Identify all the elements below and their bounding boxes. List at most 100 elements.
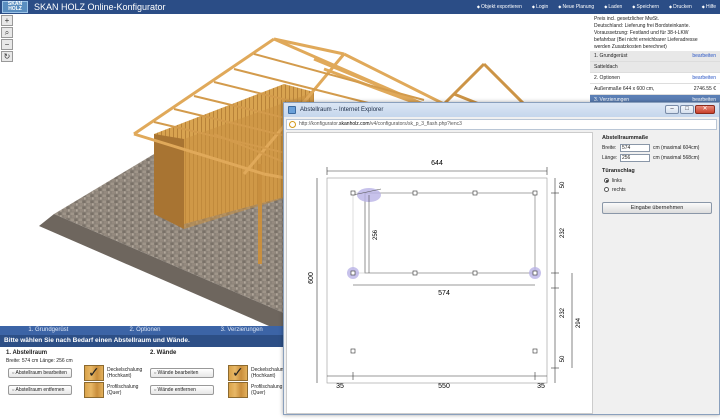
zoom-fit-icon[interactable]: ⌕ — [1, 27, 13, 38]
summary-label: Außenmaße 644 x 600 cm, — [594, 86, 655, 92]
bottom-controls: 1. Abstellraum Breite: 574 cm Länge: 256… — [0, 347, 290, 415]
summary-row-grundgeruest: 1. Grundgerüst bearbeiten — [590, 51, 720, 62]
profilschalung-waende-option[interactable] — [228, 382, 248, 398]
note-line: Deutschland: Lieferung frei Bordsteinkan… — [594, 23, 690, 29]
note-line: Voraussetzung: Festland und für 38-t-LKW — [594, 30, 689, 36]
dim-left-height: 600 — [308, 272, 315, 284]
breite-unit: cm (maximal 604cm) — [653, 145, 700, 151]
dimension-form: Abstellraummaße Breite: 574 cm (maximal … — [598, 132, 718, 414]
summary-label: Satteldach — [594, 64, 618, 70]
door-left-label: links — [612, 178, 623, 184]
remove-abstellraum-button[interactable]: Abstellraum entfernen — [8, 385, 72, 395]
ie-window-icon — [288, 106, 296, 114]
deckelschalung-abstellraum-option[interactable] — [84, 364, 104, 381]
address-bar[interactable]: http://konfigurator.skanholz.com/v4/conf… — [286, 119, 717, 130]
nav-save[interactable]: Speichern — [632, 0, 659, 14]
dim-room-length: 256 — [373, 229, 379, 240]
dim-top-width: 644 — [431, 160, 443, 167]
abstellraum-dialog: Abstellraum -- Internet Explorer – □ ✕ h… — [283, 102, 720, 415]
nav-new-plan[interactable]: Neue Planung — [558, 0, 594, 14]
post-marker — [350, 348, 356, 354]
dialog-titlebar[interactable]: Abstellraum -- Internet Explorer – □ ✕ — [284, 103, 719, 117]
summary-price: 2746.55 € — [693, 86, 716, 92]
maximize-icon[interactable]: □ — [680, 105, 694, 114]
dialog-title: Abstellraum -- Internet Explorer — [300, 107, 384, 113]
dim-right-bottom: 50 — [560, 355, 566, 362]
door-right-radio[interactable] — [604, 187, 609, 192]
url-suffix: /v4/configurators/sk_p_3_flash.php?ienc3 — [369, 121, 462, 127]
nav-help[interactable]: Hilfe — [702, 0, 716, 14]
dim-bottom-left: 35 — [336, 383, 344, 390]
instruction-banner: Bitte wählen Sie nach Bedarf einen Abste… — [0, 335, 290, 347]
apply-button[interactable]: Eingabe übernehmen — [602, 202, 712, 214]
form-heading: Abstellraummaße — [602, 135, 649, 141]
deckelschalung-label: Deckelschalung (Hochkant) — [107, 367, 143, 379]
laenge-input[interactable]: 256 — [620, 154, 650, 162]
edit-waende-button[interactable]: Wände bearbeiten — [150, 368, 214, 378]
laenge-label: Länge: — [602, 155, 618, 161]
breite-label: Breite: — [602, 145, 617, 151]
tab-verzierungen[interactable]: 3. Verzierungen — [193, 326, 290, 335]
profilschalung-abstellraum-option[interactable] — [84, 382, 104, 398]
resize-handle[interactable] — [472, 270, 478, 276]
edit-abstellraum-button[interactable]: Abstellraum bearbeiten — [8, 368, 72, 378]
skanholz-logo: SKAN HOLZ — [2, 1, 28, 13]
resize-handle[interactable] — [412, 270, 418, 276]
dim-bottom-right: 35 — [537, 383, 545, 390]
abstellraum-heading: 1. Abstellraum — [6, 350, 48, 356]
nav-print[interactable]: Drucken — [669, 0, 692, 14]
profilschalung-label: Profilschalung (Quer) — [107, 384, 139, 396]
door-left-radio[interactable] — [604, 178, 609, 183]
dim-right-top: 50 — [560, 181, 566, 188]
resize-handle[interactable] — [472, 190, 478, 196]
abstellraum-dims: Breite: 574 cm Länge: 256 cm — [6, 358, 73, 364]
note-line: befahrbar (Bei nicht erreichbarer Liefer… — [594, 37, 698, 43]
dim-room-width: 574 — [438, 290, 450, 297]
breite-input[interactable]: 574 — [620, 144, 650, 152]
floor-plan-drawing[interactable]: 644 600 256 574 50 232 232 50 294 35 550… — [286, 132, 593, 414]
remove-waende-button[interactable]: Wände entfernen — [150, 385, 214, 395]
top-navigation: Objekt exportieren Login Neue Planung La… — [477, 0, 716, 14]
dim-right-low: 232 — [560, 307, 566, 318]
summary-row-roof: Satteldach — [590, 62, 720, 73]
summary-label: 1. Grundgerüst — [594, 53, 628, 59]
deckelschalung-waende-option[interactable] — [228, 364, 248, 381]
resize-handle[interactable] — [350, 190, 356, 196]
rotate-icon[interactable]: ↻ — [1, 51, 13, 62]
resize-handle[interactable] — [532, 270, 538, 276]
url-prefix: http://konfigurator. — [299, 121, 340, 127]
door-heading: Türanschlag — [602, 168, 635, 174]
nav-export[interactable]: Objekt exportieren — [477, 0, 522, 14]
dim-bottom-mid: 550 — [438, 383, 450, 390]
step-tabs: 1. Grundgerüst 2. Optionen 3. Verzierung… — [0, 326, 290, 335]
price-note: Preis incl. gesetzlicher MwSt. Deutschla… — [590, 14, 720, 51]
dim-right-total: 294 — [576, 317, 582, 328]
floor-plan-svg: 644 600 256 574 50 232 232 50 294 35 550… — [308, 160, 582, 390]
ie-page-icon — [289, 121, 296, 128]
tab-optionen[interactable]: 2. Optionen — [97, 326, 194, 335]
nav-login[interactable]: Login — [532, 0, 548, 14]
note-line: werden Zusatzkosten berechnet) — [594, 44, 667, 50]
minimize-icon[interactable]: – — [665, 105, 679, 114]
post-marker — [532, 348, 538, 354]
zoom-out-icon[interactable]: − — [1, 39, 13, 50]
resize-handle[interactable] — [350, 270, 356, 276]
note-line: Preis incl. gesetzlicher MwSt. — [594, 16, 660, 22]
close-icon[interactable]: ✕ — [695, 105, 715, 114]
laenge-unit: cm (maximal 568cm) — [653, 155, 700, 161]
app-title: SKAN HOLZ Online-Konfigurator — [34, 2, 166, 12]
dim-right-mid: 232 — [560, 227, 566, 238]
nav-load[interactable]: Laden — [604, 0, 622, 14]
resize-handle[interactable] — [412, 190, 418, 196]
tab-grundgeruest[interactable]: 1. Grundgerüst — [0, 326, 97, 335]
edit-grundgeruest-link[interactable]: bearbeiten — [692, 52, 716, 60]
window-controls: – □ ✕ — [665, 105, 715, 114]
resize-handle[interactable] — [532, 190, 538, 196]
zoom-in-icon[interactable]: + — [1, 15, 13, 26]
summary-row-optionen: 2. Optionen bearbeiten — [590, 73, 720, 84]
edit-optionen-link[interactable]: bearbeiten — [692, 74, 716, 82]
door-right-label: rechts — [612, 187, 626, 193]
waende-heading: 2. Wände — [150, 350, 177, 356]
view-toolbar: + ⌕ − ↻ — [1, 15, 13, 62]
summary-label: 2. Optionen — [594, 75, 620, 81]
